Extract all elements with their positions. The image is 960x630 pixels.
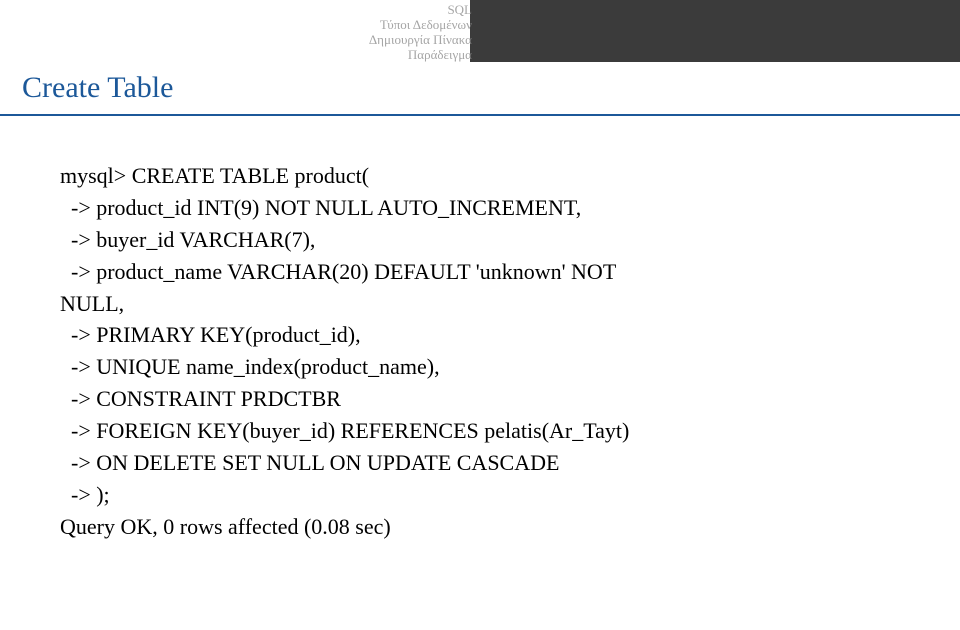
code-line-10: -> ON DELETE SET NULL ON UPDATE CASCADE: [60, 447, 900, 479]
code-line-11: -> );: [60, 479, 900, 511]
nav-sql: SQL: [327, 2, 472, 17]
code-line-2: -> product_id INT(9) NOT NULL AUTO_INCRE…: [60, 192, 900, 224]
code-line-9: -> FOREIGN KEY(buyer_id) REFERENCES pela…: [60, 415, 900, 447]
nav-example: Παράδειγμα: [327, 47, 472, 62]
code-line-3: -> buyer_id VARCHAR(7),: [60, 224, 900, 256]
nav-types: Τύποι Δεδομένων: [327, 17, 472, 32]
code-line-5: NULL,: [60, 288, 900, 320]
nav-create-table: Δημιουργία Πίνακα: [327, 32, 472, 47]
code-line-4: -> product_name VARCHAR(20) DEFAULT 'unk…: [60, 256, 900, 288]
code-line-7: -> UNIQUE name_index(product_name),: [60, 351, 900, 383]
page-title: Create Table: [0, 71, 173, 105]
top-dark-bar: [470, 0, 960, 62]
title-bar: Create Table: [0, 62, 960, 116]
code-line-1: mysql> CREATE TABLE product(: [60, 160, 900, 192]
breadcrumb-nav: SQL Τύποι Δεδομένων Δημιουργία Πίνακα Πα…: [327, 0, 472, 62]
code-line-8: -> CONSTRAINT PRDCTBR: [60, 383, 900, 415]
code-line-12: Query OK, 0 rows affected (0.08 sec): [60, 511, 900, 543]
sql-code-block: mysql> CREATE TABLE product( -> product_…: [60, 160, 900, 543]
code-line-6: -> PRIMARY KEY(product_id),: [60, 319, 900, 351]
